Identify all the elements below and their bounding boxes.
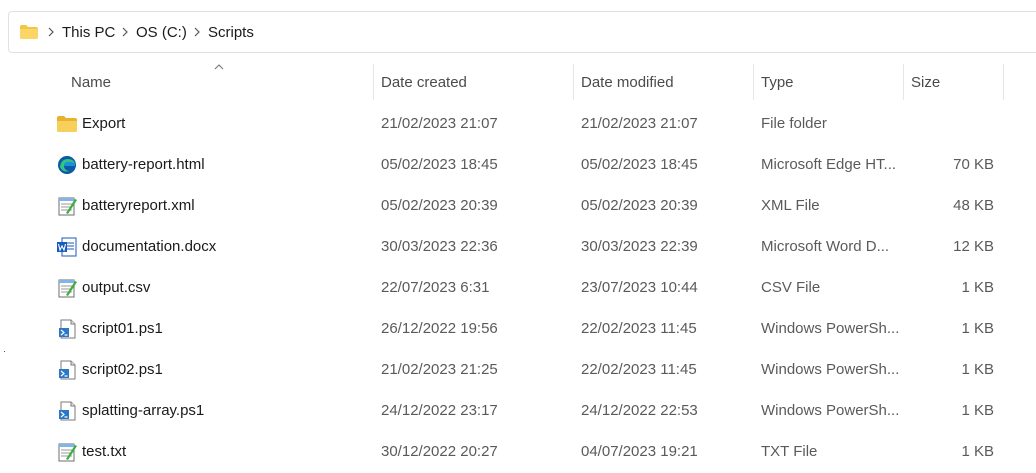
file-row[interactable]: output.csv 22/07/2023 6:31 23/07/2023 10…: [32, 268, 1036, 309]
chevron-right-icon: [48, 27, 54, 37]
file-type: Windows PowerSh...: [761, 402, 900, 419]
file-date-created: 21/02/2023 21:25: [381, 361, 498, 378]
file-type: File folder: [761, 115, 827, 132]
file-name: splatting-array.ps1: [82, 402, 205, 419]
file-size: 1 KB: [961, 361, 994, 378]
chevron-right-icon: [194, 27, 200, 37]
file-row[interactable]: splatting-array.ps1 24/12/2022 23:17 24/…: [32, 391, 1036, 432]
file-row[interactable]: battery-report.html 05/02/2023 18:45 05/…: [32, 145, 1036, 186]
file-type: XML File: [761, 197, 820, 214]
file-date-created: 05/02/2023 20:39: [381, 197, 498, 214]
file-date-modified: 24/12/2022 22:53: [581, 402, 698, 419]
file-name: battery-report.html: [82, 156, 205, 173]
file-size: 1 KB: [961, 279, 994, 296]
file-date-modified: 21/02/2023 21:07: [581, 115, 698, 132]
powershell-icon: [59, 319, 76, 339]
column-header-date-modified[interactable]: Date modified: [574, 58, 753, 106]
file-type: CSV File: [761, 279, 821, 296]
file-row[interactable]: script01.ps1 26/12/2022 19:56 22/02/2023…: [32, 309, 1036, 350]
file-name: Export: [82, 115, 126, 132]
file-type: TXT File: [761, 443, 818, 460]
column-header-type-label: Type: [761, 74, 794, 91]
file-row[interactable]: Export 21/02/2023 21:07 21/02/2023 21:07…: [32, 104, 1036, 145]
file-size: 1 KB: [961, 320, 994, 337]
file-row[interactable]: batteryreport.xml 05/02/2023 20:39 05/02…: [32, 186, 1036, 227]
column-divider[interactable]: [1003, 64, 1004, 100]
file-size: 70 KB: [953, 156, 994, 173]
file-name: script01.ps1: [82, 320, 163, 337]
file-type: Windows PowerSh...: [761, 361, 900, 378]
file-type: Microsoft Edge HT...: [761, 156, 897, 173]
word-icon: [57, 237, 77, 257]
file-date-created: 05/02/2023 18:45: [381, 156, 498, 173]
edge-icon: [58, 156, 76, 174]
column-header-date-created[interactable]: Date created: [374, 58, 573, 106]
breadcrumb-scripts[interactable]: Scripts: [208, 24, 254, 41]
folder-icon: [20, 25, 38, 39]
breadcrumb-os-c[interactable]: OS (C:): [136, 24, 187, 41]
file-date-created: 22/07/2023 6:31: [381, 279, 490, 296]
file-date-modified: 05/02/2023 20:39: [581, 197, 698, 214]
column-header-name[interactable]: Name: [32, 58, 373, 106]
file-date-modified: 23/07/2023 10:44: [581, 279, 698, 296]
column-header-size-label: Size: [911, 74, 941, 91]
file-date-modified: 05/02/2023 18:45: [581, 156, 698, 173]
file-date-created: 30/12/2022 20:27: [381, 443, 498, 460]
file-name: batteryreport.xml: [82, 197, 195, 214]
file-name: script02.ps1: [82, 361, 163, 378]
folder-icon: [57, 116, 77, 132]
powershell-icon: [59, 360, 76, 380]
file-type: Microsoft Word D...: [761, 238, 890, 255]
powershell-icon: [59, 401, 76, 421]
column-header-date-created-label: Date created: [381, 74, 467, 91]
file-type: Windows PowerSh...: [761, 320, 900, 337]
file-date-modified: 30/03/2023 22:39: [581, 238, 698, 255]
file-row[interactable]: documentation.docx 30/03/2023 22:36 30/0…: [32, 227, 1036, 268]
column-header-row: Name Date created Date modified Type Siz…: [32, 58, 1036, 106]
file-date-modified: 22/02/2023 11:45: [581, 320, 697, 337]
file-size: 1 KB: [961, 443, 994, 460]
file-row[interactable]: script02.ps1 21/02/2023 21:25 22/02/2023…: [32, 350, 1036, 391]
notepad-icon: [58, 279, 77, 298]
file-size: 12 KB: [953, 238, 994, 255]
file-date-created: 26/12/2022 19:56: [381, 320, 498, 337]
file-date-created: 24/12/2022 23:17: [381, 402, 498, 419]
file-name: documentation.docx: [82, 238, 217, 255]
breadcrumb-this-pc[interactable]: This PC: [62, 24, 115, 41]
file-name: test.txt: [82, 443, 127, 460]
address-bar[interactable]: This PC OS (C:) Scripts: [8, 11, 1036, 53]
file-size: 48 KB: [953, 197, 994, 214]
column-header-size[interactable]: Size: [904, 58, 1003, 106]
file-date-modified: 22/02/2023 11:45: [581, 361, 697, 378]
file-size: 1 KB: [961, 402, 994, 419]
column-header-type[interactable]: Type: [754, 58, 903, 106]
navigation-pane-edge: [0, 54, 32, 467]
column-header-date-modified-label: Date modified: [581, 74, 674, 91]
notepad-icon: [58, 443, 77, 462]
column-header-name-label: Name: [71, 74, 112, 91]
chevron-right-icon: [122, 27, 128, 37]
notepad-icon: [58, 197, 77, 216]
file-date-created: 30/03/2023 22:36: [381, 238, 498, 255]
file-name: output.csv: [82, 279, 151, 296]
file-date-created: 21/02/2023 21:07: [381, 115, 498, 132]
file-date-modified: 04/07/2023 19:21: [581, 443, 698, 460]
